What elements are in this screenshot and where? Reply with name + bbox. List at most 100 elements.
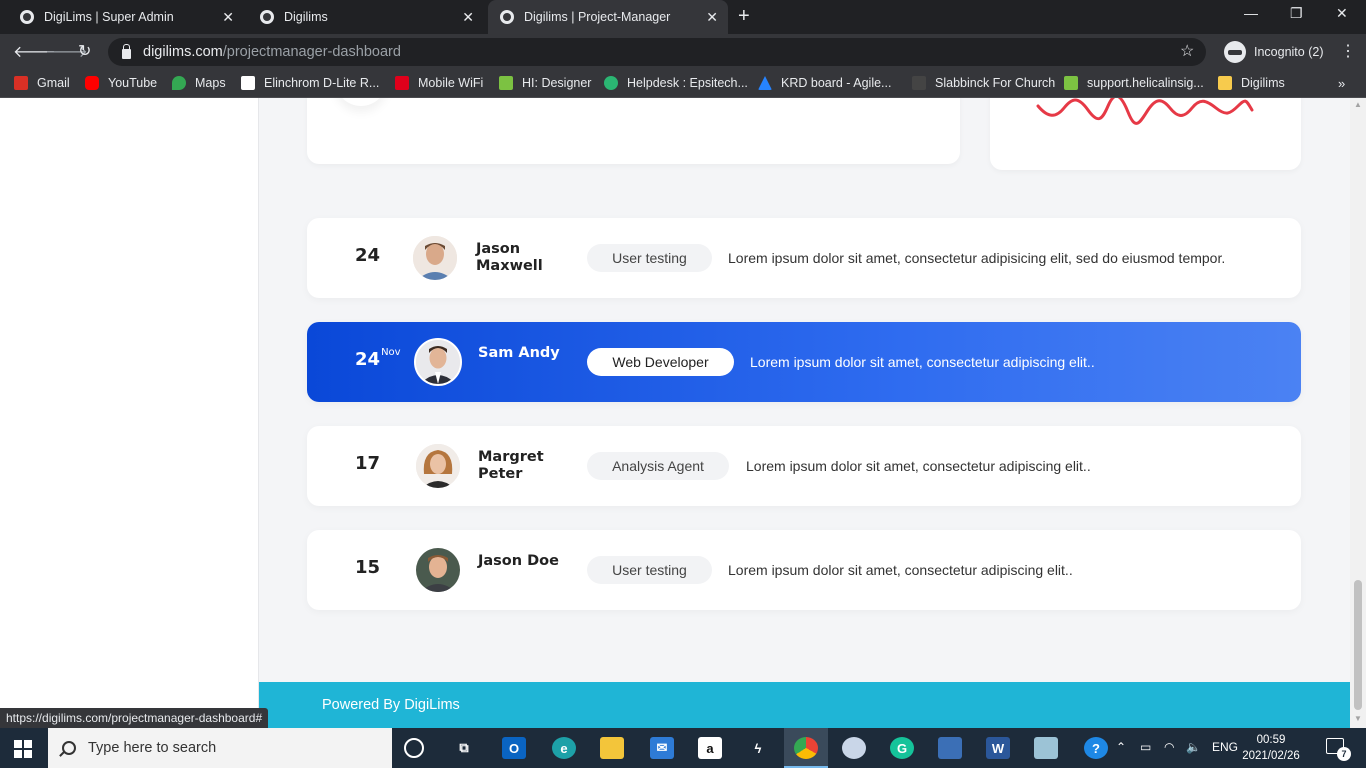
edge-icon[interactable]: e <box>552 737 576 759</box>
schedule-row-active[interactable]: 24Nov Sam Andy Web Developer Lorem ipsum… <box>307 322 1301 402</box>
summary-card <box>307 98 960 164</box>
bookmark-item[interactable]: HI: Designer <box>499 76 591 90</box>
bookmark-item[interactable]: KRD board - Agile... <box>758 76 891 90</box>
notification-center-icon[interactable]: 7 <box>1326 738 1351 761</box>
sparkline-line <box>1036 98 1254 125</box>
bookmark-item[interactable]: Mobile WiFi <box>395 76 483 90</box>
person-name: Jason Doe <box>478 553 559 569</box>
browser-tabstrip: DigiLims | Super Admin ✕ Digilims ✕ Digi… <box>0 0 1366 34</box>
address-bar[interactable]: digilims.com /projectmanager-dashboard <box>108 38 1206 66</box>
bookmark-item[interactable]: YouTube <box>85 76 157 90</box>
menu-kebab-icon[interactable]: ⋮ <box>1340 41 1356 61</box>
bookmark-star-icon[interactable]: ☆ <box>1180 41 1194 61</box>
avatar <box>414 546 462 594</box>
bookmark-item[interactable]: Helpdesk : Epsitech... <box>604 76 748 90</box>
paint-icon[interactable] <box>842 737 866 759</box>
new-tab-button[interactable]: + <box>738 5 750 28</box>
card-icon-circle <box>335 98 387 106</box>
bookmarks-overflow-icon[interactable]: » <box>1338 76 1345 91</box>
role-pill[interactable]: Analysis Agent <box>587 452 729 480</box>
reload-icon[interactable]: ↻ <box>78 41 91 61</box>
sparkline-card <box>990 98 1301 170</box>
page-footer: Powered By DigiLims <box>259 682 1350 728</box>
huawei-icon <box>395 76 409 90</box>
grammarly-icon[interactable]: G <box>890 737 914 759</box>
amazon-icon[interactable]: a <box>698 737 722 759</box>
globe-icon <box>500 10 514 24</box>
windows-start-icon[interactable] <box>14 740 32 758</box>
scroll-down-icon[interactable]: ▼ <box>1354 714 1362 723</box>
browser-tab-active[interactable]: Digilims | Project-Manager ✕ <box>488 0 728 34</box>
row-day: 17 <box>355 453 381 474</box>
schedule-row[interactable]: 15 Jason Doe User testing Lorem ipsum do… <box>307 530 1301 610</box>
incognito-label: Incognito (2) <box>1254 45 1324 59</box>
help-icon[interactable]: ? <box>1084 737 1108 759</box>
taskbar-clock[interactable]: 00:59 2021/02/26 <box>1242 732 1300 764</box>
incognito-badge[interactable]: Incognito (2) <box>1216 38 1331 66</box>
task-view-icon[interactable]: ⧉ <box>452 737 476 759</box>
notes-app-icon[interactable] <box>1034 737 1058 759</box>
gmail-icon <box>14 76 28 90</box>
footer-text: Powered By DigiLims <box>322 697 460 713</box>
clock-time: 00:59 <box>1256 734 1286 746</box>
volume-icon[interactable]: 🔈 <box>1186 740 1201 754</box>
role-pill[interactable]: User testing <box>587 244 712 272</box>
schedule-row[interactable]: 24 Jason Maxwell User testing Lorem ipsu… <box>307 218 1301 298</box>
browser-toolbar: 🡐 🡒 ↻ digilims.com /projectmanager-dashb… <box>0 34 1366 70</box>
youtube-icon <box>85 76 99 90</box>
word-icon[interactable]: W <box>986 737 1010 759</box>
schedule-row[interactable]: 17 Margret Peter Analysis Agent Lorem ip… <box>307 426 1301 506</box>
close-icon[interactable]: ✕ <box>706 9 718 26</box>
tab-title: DigiLims | Super Admin <box>44 10 174 24</box>
battery-icon[interactable]: ▭ <box>1140 740 1151 754</box>
close-icon[interactable]: ✕ <box>462 9 474 26</box>
role-pill[interactable]: Web Developer <box>587 348 734 376</box>
app-s-icon[interactable]: ϟ <box>746 737 770 759</box>
bookmark-item[interactable]: Maps <box>172 76 226 90</box>
row-day: 24Nov <box>355 347 401 370</box>
avatar <box>411 234 459 282</box>
chrome-icon[interactable] <box>794 737 818 759</box>
page-content: 24 Jason Maxwell User testing Lorem ipsu… <box>0 98 1350 728</box>
mail-icon[interactable]: ✉ <box>650 737 674 759</box>
tray-overflow-icon[interactable]: ⌃ <box>1116 740 1126 754</box>
network-app-icon[interactable] <box>938 737 962 759</box>
outlook-icon[interactable]: O <box>502 737 526 759</box>
bookmark-item[interactable]: Digilims <box>1218 76 1285 90</box>
wifi-icon[interactable]: ◠ <box>1164 740 1174 754</box>
bookmark-item[interactable]: Elinchrom D-Lite R... <box>241 76 379 90</box>
window-close-icon[interactable]: ✕ <box>1336 5 1348 22</box>
url-host: digilims.com <box>143 44 223 60</box>
restore-icon[interactable]: ❐ <box>1290 5 1303 22</box>
row-description: Lorem ipsum dolor sit amet, consectetur … <box>750 354 1095 370</box>
bookmark-item[interactable]: support.helicalinsig... <box>1064 76 1204 90</box>
sparkline-chart <box>1036 98 1254 125</box>
row-day: 15 <box>355 557 381 578</box>
search-icon <box>62 741 76 755</box>
clock-date: 2021/02/26 <box>1242 750 1300 762</box>
elinchrom-icon <box>241 76 255 90</box>
close-icon[interactable]: ✕ <box>222 9 234 26</box>
hi-designer-icon <box>499 76 513 90</box>
scroll-up-icon[interactable]: ▲ <box>1354 100 1362 109</box>
person-name: Jason Maxwell <box>476 241 543 274</box>
file-explorer-icon[interactable] <box>600 737 624 759</box>
incognito-icon <box>1224 41 1246 63</box>
role-pill[interactable]: User testing <box>587 556 712 584</box>
language-indicator[interactable]: ENG <box>1212 740 1238 754</box>
taskbar-search[interactable]: Type here to search <box>48 728 392 768</box>
bookmarks-bar: Gmail YouTube Maps Elinchrom D-Lite R...… <box>0 70 1366 98</box>
page-scrollbar[interactable]: ▲ ▼ <box>1350 98 1366 728</box>
folder-icon <box>1218 76 1232 90</box>
cortana-icon[interactable] <box>404 738 424 758</box>
globe-icon <box>260 10 274 24</box>
sidebar <box>0 98 259 728</box>
bookmark-item[interactable]: Gmail <box>14 76 70 90</box>
bookmark-item[interactable]: Slabbinck For Church <box>912 76 1055 90</box>
scrollbar-thumb[interactable] <box>1354 580 1362 710</box>
minimize-icon[interactable]: — <box>1244 5 1258 21</box>
browser-tab[interactable]: Digilims ✕ <box>248 0 484 34</box>
browser-tab[interactable]: DigiLims | Super Admin ✕ <box>8 0 244 34</box>
person-name: Sam Andy <box>478 345 560 361</box>
helical-icon <box>1064 76 1078 90</box>
